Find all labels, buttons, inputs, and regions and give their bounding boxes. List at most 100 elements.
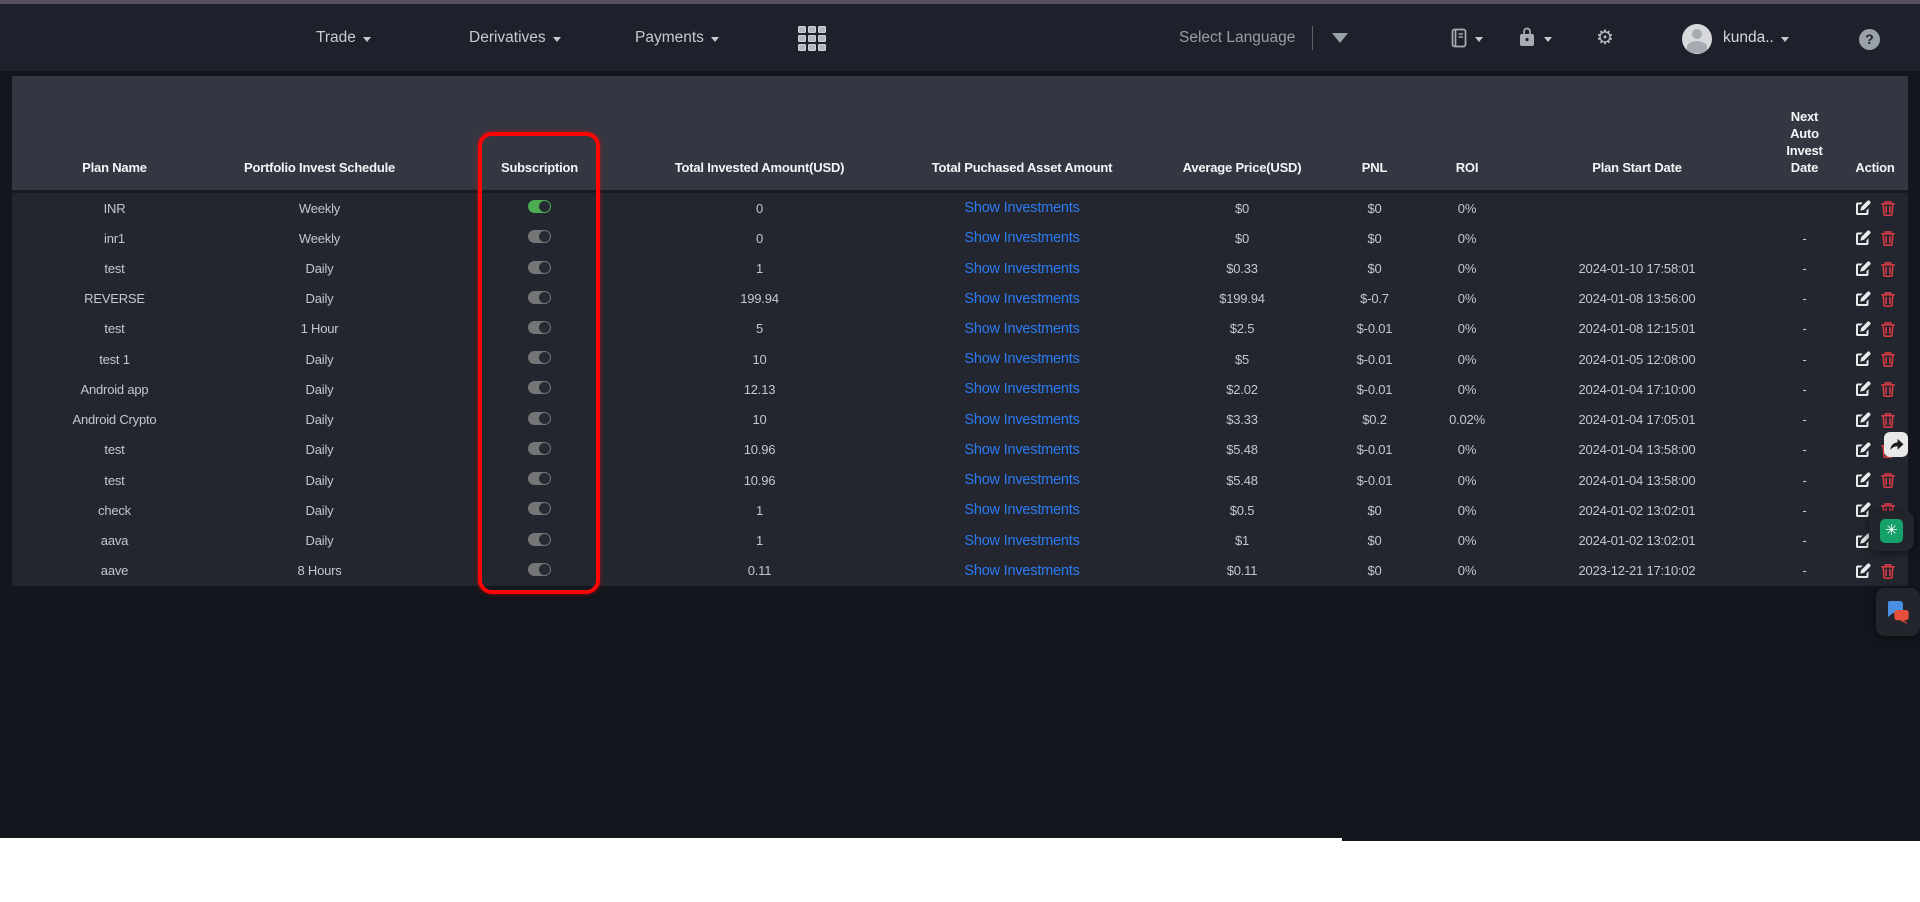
edit-button[interactable] xyxy=(1855,261,1871,277)
pnl-cell: $-0.01 xyxy=(1322,352,1427,367)
extension-share-button[interactable] xyxy=(1884,432,1908,457)
subscription-toggle[interactable] xyxy=(528,200,551,213)
settings-gear-icon[interactable]: ⚙ xyxy=(1596,4,1614,71)
subscription-cell xyxy=(442,321,637,337)
next-invest-date-cell: - xyxy=(1767,291,1842,306)
subscription-toggle[interactable] xyxy=(528,261,551,274)
edit-button[interactable] xyxy=(1855,412,1871,428)
nav-menu-trade-label: Trade xyxy=(316,29,356,47)
edit-button[interactable] xyxy=(1855,291,1871,307)
subscription-toggle[interactable] xyxy=(528,563,551,576)
purchased-asset-cell: Show Investments xyxy=(882,230,1162,246)
pnl-cell: $0 xyxy=(1322,533,1427,548)
nav-menu-trade[interactable]: Trade xyxy=(316,4,371,71)
show-investments-link[interactable]: Show Investments xyxy=(964,321,1079,337)
delete-button[interactable] xyxy=(1880,291,1896,307)
chevron-down-icon xyxy=(363,37,371,42)
subscription-toggle[interactable] xyxy=(528,472,551,485)
nav-menu-derivatives[interactable]: Derivatives xyxy=(469,4,561,71)
edit-button[interactable] xyxy=(1855,200,1871,216)
subscription-toggle[interactable] xyxy=(528,502,551,515)
show-investments-link[interactable]: Show Investments xyxy=(964,563,1079,579)
chevron-down-icon xyxy=(711,37,719,42)
schedule-cell: Weekly xyxy=(197,231,442,246)
show-investments-link[interactable]: Show Investments xyxy=(964,351,1079,367)
show-investments-link[interactable]: Show Investments xyxy=(964,291,1079,307)
edit-button[interactable] xyxy=(1855,381,1871,397)
edit-button[interactable] xyxy=(1855,321,1871,337)
delete-button[interactable] xyxy=(1880,351,1896,367)
show-investments-link[interactable]: Show Investments xyxy=(964,412,1079,428)
help-icon[interactable]: ? xyxy=(1859,29,1880,50)
language-selector[interactable]: Select Language xyxy=(1179,4,1295,71)
subscription-toggle[interactable] xyxy=(528,351,551,364)
subscription-toggle[interactable] xyxy=(528,533,551,546)
table-row: test Daily 10.96 Show Investments $5.48 … xyxy=(12,465,1908,495)
chevron-down-icon xyxy=(553,37,561,42)
delete-button[interactable] xyxy=(1880,230,1896,246)
subscription-toggle[interactable] xyxy=(528,321,551,334)
roi-cell: 0% xyxy=(1427,503,1507,518)
language-dropdown-icon[interactable] xyxy=(1332,33,1348,43)
orders-book-menu[interactable] xyxy=(1449,4,1483,71)
delete-button[interactable] xyxy=(1880,261,1896,277)
delete-button[interactable] xyxy=(1880,200,1896,216)
subscription-toggle[interactable] xyxy=(528,381,551,394)
edit-button[interactable] xyxy=(1855,351,1871,367)
show-investments-link[interactable]: Show Investments xyxy=(964,381,1079,397)
show-investments-link[interactable]: Show Investments xyxy=(964,442,1079,458)
delete-button[interactable] xyxy=(1880,412,1896,428)
pnl-cell: $-0.01 xyxy=(1322,382,1427,397)
schedule-cell: Daily xyxy=(197,261,442,276)
user-menu[interactable]: kunda.. xyxy=(1723,4,1789,71)
edit-button[interactable] xyxy=(1855,230,1871,246)
trash-icon xyxy=(1880,200,1896,216)
nav-menu-payments[interactable]: Payments xyxy=(635,4,719,71)
apps-grid-icon[interactable] xyxy=(798,26,828,51)
show-investments-link[interactable]: Show Investments xyxy=(964,472,1079,488)
subscription-toggle[interactable] xyxy=(528,412,551,425)
schedule-cell: Daily xyxy=(197,442,442,457)
delete-button[interactable] xyxy=(1880,472,1896,488)
extension-translate-button[interactable] xyxy=(1876,588,1920,636)
subscription-toggle[interactable] xyxy=(528,442,551,455)
wallet-menu[interactable] xyxy=(1517,4,1552,71)
edit-pencil-icon xyxy=(1855,502,1871,518)
show-investments-link[interactable]: Show Investments xyxy=(964,200,1079,216)
edit-button[interactable] xyxy=(1855,442,1871,458)
extension-chatgpt-button[interactable]: ✳ xyxy=(1869,511,1914,551)
show-investments-link[interactable]: Show Investments xyxy=(964,502,1079,518)
edit-button[interactable] xyxy=(1855,472,1871,488)
edit-button[interactable] xyxy=(1855,502,1871,518)
delete-button[interactable] xyxy=(1880,381,1896,397)
next-invest-date-cell: - xyxy=(1767,412,1842,427)
delete-button[interactable] xyxy=(1880,321,1896,337)
table-row: Android Crypto Daily 10 Show Investments… xyxy=(12,405,1908,435)
show-investments-link[interactable]: Show Investments xyxy=(964,261,1079,277)
start-date-cell: 2024-01-08 12:15:01 xyxy=(1507,321,1767,336)
action-cell xyxy=(1842,472,1908,488)
purchased-asset-cell: Show Investments xyxy=(882,502,1162,518)
purchased-asset-cell: Show Investments xyxy=(882,563,1162,579)
table-row: INR Weekly 0 Show Investments $0 $0 0% xyxy=(12,193,1908,223)
col-header-portfolio-invest-schedule: Portfolio Invest Schedule xyxy=(197,160,442,177)
navbar: Trade Derivatives Payments Select Langua… xyxy=(0,4,1920,71)
plan-name-cell: REVERSE xyxy=(12,291,197,306)
table-row: inr1 Weekly 0 Show Investments $0 $0 0% … xyxy=(12,223,1908,253)
col-header-plan-name: Plan Name xyxy=(12,160,197,177)
purchased-asset-cell: Show Investments xyxy=(882,321,1162,337)
average-price-cell: $5 xyxy=(1162,352,1322,367)
edit-button[interactable] xyxy=(1855,563,1871,579)
subscription-toggle[interactable] xyxy=(528,230,551,243)
user-avatar[interactable] xyxy=(1682,24,1712,54)
col-header-plan-start-date: Plan Start Date xyxy=(1507,160,1767,177)
subscription-cell xyxy=(442,502,637,518)
table-row: check Daily 1 Show Investments $0.5 $0 0… xyxy=(12,495,1908,525)
show-investments-link[interactable]: Show Investments xyxy=(964,230,1079,246)
edit-pencil-icon xyxy=(1855,381,1871,397)
show-investments-link[interactable]: Show Investments xyxy=(964,533,1079,549)
delete-button[interactable] xyxy=(1880,563,1896,579)
subscription-toggle[interactable] xyxy=(528,291,551,304)
invested-amount-cell: 0.11 xyxy=(637,563,882,578)
start-date-cell: 2024-01-04 17:10:00 xyxy=(1507,382,1767,397)
